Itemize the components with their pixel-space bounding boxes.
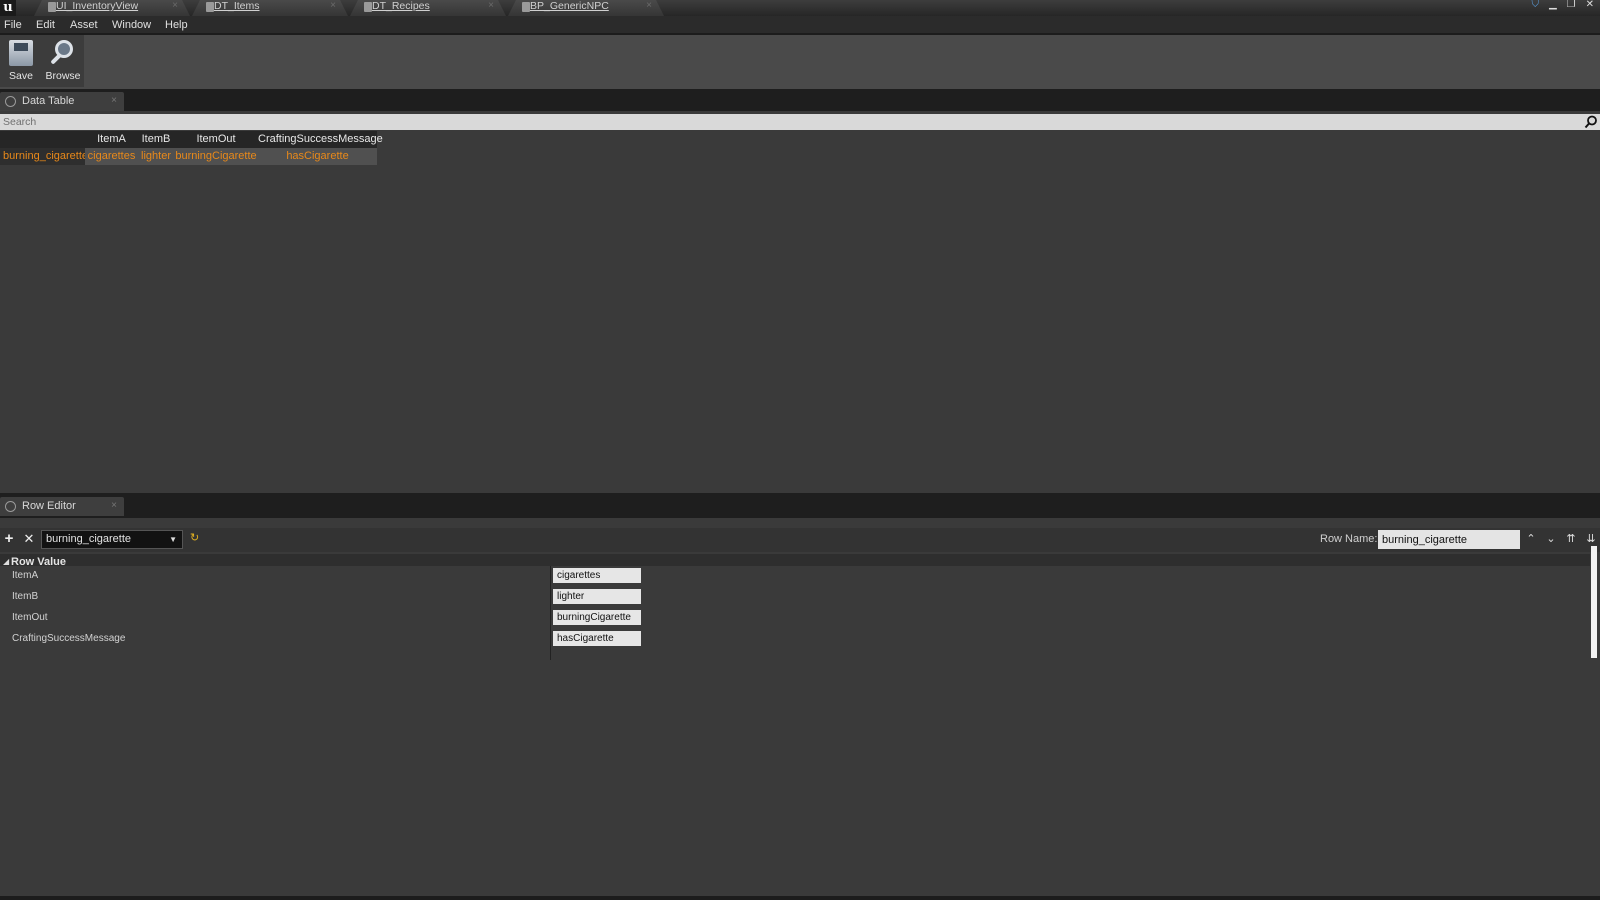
tab-label: DT_Items: [214, 0, 260, 12]
move-row-bottom-icon[interactable]: ⇊: [1584, 531, 1598, 547]
row-name-input[interactable]: [1378, 530, 1520, 549]
table-cell-itema[interactable]: cigarettes: [85, 148, 138, 165]
asset-toolbar: Save Browse: [0, 35, 1600, 89]
bottom-edge: [0, 896, 1600, 900]
panel-tab-label: Row Editor: [22, 500, 76, 512]
property-row-itemout: ItemOut: [0, 608, 1590, 629]
property-row-itemb: ItemB: [0, 587, 1590, 608]
property-value-input[interactable]: [553, 610, 641, 625]
widget-blueprint-icon: [48, 2, 56, 12]
move-row-down-icon[interactable]: ⌄: [1544, 531, 1558, 547]
property-label: ItemOut: [12, 612, 48, 623]
chevron-down-icon: ▼: [169, 535, 177, 544]
search-input[interactable]: [0, 114, 1580, 130]
browse-label: Browse: [45, 70, 81, 82]
add-icon[interactable]: +: [2, 531, 16, 547]
data-table-icon: [206, 2, 214, 12]
table-cell-rowname[interactable]: burning_cigarette: [0, 148, 88, 165]
panel-tab-label: Data Table: [22, 95, 75, 107]
window-controls: ⛉ ▁ ❐ ✕: [1531, 0, 1600, 12]
tab-dt-recipes[interactable]: DT_Recipes ×: [350, 0, 506, 16]
table-cell-itemb[interactable]: lighter: [138, 148, 174, 165]
property-label: ItemA: [12, 570, 39, 581]
pin-icon[interactable]: ⛉: [1531, 0, 1539, 12]
tab-ui-inventoryview[interactable]: UI_InventoryView ×: [34, 0, 190, 16]
row-selector-dropdown[interactable]: burning_cigarette ▼: [41, 530, 183, 549]
row-name-label: Row Name:: [1320, 533, 1378, 545]
remove-icon[interactable]: ✕: [22, 531, 36, 547]
tab-bp-genericnpc[interactable]: BP_GenericNPC ×: [508, 0, 664, 16]
reset-icon[interactable]: ↻: [190, 531, 199, 544]
data-table-tab-strip: Data Table ×: [0, 89, 1600, 111]
tab-row-editor[interactable]: Row Editor ×: [0, 497, 124, 516]
menu-edit[interactable]: Edit: [36, 19, 55, 31]
save-label: Save: [9, 70, 33, 82]
browse-button[interactable]: Browse: [42, 35, 84, 87]
column-header-itemout[interactable]: ItemOut: [174, 131, 258, 148]
tab-label: DT_Recipes: [372, 0, 430, 12]
move-row-up-icon[interactable]: ⌃: [1524, 531, 1538, 547]
property-value-input[interactable]: [553, 589, 641, 604]
table-cell-craftingsuccessmessage[interactable]: hasCigarette: [258, 148, 377, 165]
column-header-itema[interactable]: ItemA: [85, 131, 138, 148]
close-window-icon[interactable]: ✕: [1586, 0, 1594, 12]
property-row-craftingsuccessmessage: CraftingSuccessMessage: [0, 629, 1590, 650]
search-bar: [0, 114, 1600, 130]
column-header-itemb[interactable]: ItemB: [138, 131, 174, 148]
table-cell-itemout[interactable]: burningCigarette: [174, 148, 258, 165]
column-splitter[interactable]: [550, 566, 551, 660]
property-label: CraftingSuccessMessage: [12, 633, 126, 644]
close-icon[interactable]: ×: [111, 497, 117, 515]
unreal-logo-icon[interactable]: u: [0, 0, 16, 16]
close-icon[interactable]: ×: [646, 0, 652, 12]
property-value-input[interactable]: [553, 568, 641, 583]
blueprint-icon: [522, 2, 530, 12]
title-bar: u UI_InventoryView × DT_Items × DT_Recip…: [0, 0, 1600, 16]
data-table-icon: [364, 2, 372, 12]
move-row-top-icon[interactable]: ⇈: [1564, 531, 1578, 547]
menu-window[interactable]: Window: [112, 19, 151, 31]
close-icon[interactable]: ×: [330, 0, 336, 12]
property-label: ItemB: [12, 591, 39, 602]
minimize-icon[interactable]: ▁: [1549, 0, 1557, 12]
close-icon[interactable]: ×: [111, 92, 117, 110]
data-table-icon: [5, 96, 16, 107]
row-editor-icon: [5, 501, 16, 512]
magnifier-icon: [48, 39, 78, 69]
column-header-rowname[interactable]: [0, 131, 85, 148]
table-header-row: ItemA ItemB ItemOut CraftingSuccessMessa…: [0, 131, 383, 148]
row-editor-toolbar: + ✕ burning_cigarette ▼ ↻ Row Name: ⌃ ⌄ …: [0, 528, 1600, 552]
menu-asset[interactable]: Asset: [70, 19, 98, 31]
tab-label: UI_InventoryView: [56, 0, 139, 12]
tab-dt-items[interactable]: DT_Items ×: [192, 0, 348, 16]
table-row[interactable]: burning_cigarette cigarettes lighter bur…: [0, 148, 377, 165]
search-icon[interactable]: [1584, 115, 1598, 129]
details-scrollbar[interactable]: [1591, 546, 1597, 658]
tab-label: BP_GenericNPC: [530, 0, 609, 12]
menu-file[interactable]: File: [4, 19, 22, 31]
maximize-icon[interactable]: ❐: [1567, 0, 1576, 12]
property-row-itema: ItemA: [0, 566, 1590, 587]
row-selector-value: burning_cigarette: [46, 533, 132, 545]
menu-help[interactable]: Help: [165, 19, 188, 31]
save-button[interactable]: Save: [0, 35, 42, 87]
property-value-input[interactable]: [553, 631, 641, 646]
data-table-grid: ItemA ItemB ItemOut CraftingSuccessMessa…: [0, 131, 383, 165]
expand-arrow-icon[interactable]: ◢: [3, 557, 9, 566]
tab-data-table[interactable]: Data Table ×: [0, 92, 124, 111]
save-icon: [9, 40, 33, 66]
column-header-craftingsuccessmessage[interactable]: CraftingSuccessMessage: [258, 131, 383, 148]
menu-bar: File Edit Asset Window Help: [0, 16, 1600, 35]
close-icon[interactable]: ×: [488, 0, 494, 12]
row-editor-tab-strip: Row Editor ×: [0, 493, 1600, 518]
close-icon[interactable]: ×: [172, 0, 178, 12]
